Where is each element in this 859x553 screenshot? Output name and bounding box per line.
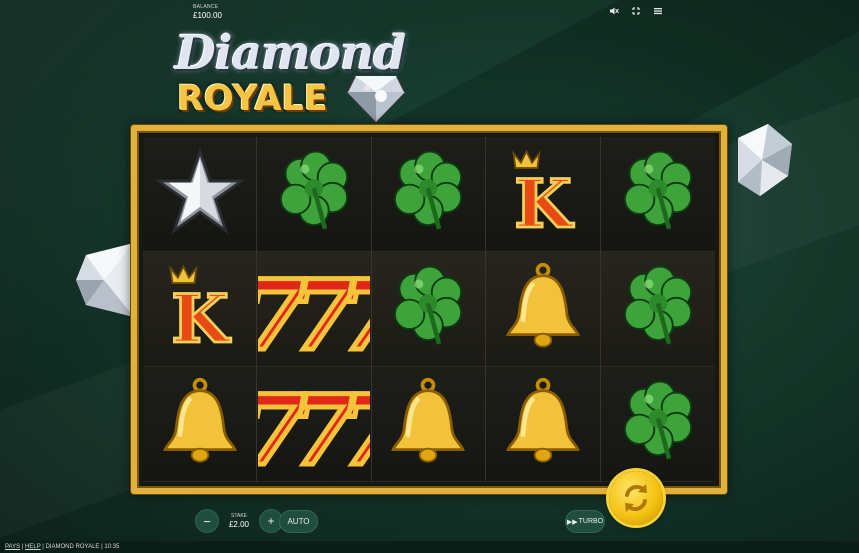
reel-cell-r2-c2: 777 bbox=[238, 252, 425, 374]
turbo-button[interactable]: ▶▶ TURBO bbox=[565, 510, 605, 533]
spin-button[interactable] bbox=[609, 471, 663, 525]
help-link[interactable]: HELP bbox=[25, 544, 41, 550]
fullscreen-icon[interactable] bbox=[631, 6, 641, 16]
reel-cell-r3-c1 bbox=[143, 367, 258, 482]
bell-symbol-icon bbox=[154, 376, 246, 473]
reel-cell-r3-c3 bbox=[371, 367, 487, 482]
reel-cell-r2-c4 bbox=[486, 252, 601, 367]
clover-symbol-icon bbox=[382, 261, 474, 358]
right-diamond-gem-icon bbox=[738, 124, 792, 196]
reel-cell-r3-c5 bbox=[600, 367, 715, 482]
reel-cell-r1-c4: K bbox=[486, 137, 601, 252]
king-symbol-icon: K bbox=[497, 146, 589, 244]
stake-value: £2.00 bbox=[228, 520, 250, 529]
clover-symbol-icon bbox=[382, 146, 474, 243]
menu-icon[interactable] bbox=[653, 6, 663, 16]
clover-symbol-icon bbox=[612, 146, 704, 243]
svg-text:777: 777 bbox=[258, 259, 370, 361]
svg-text:K: K bbox=[171, 279, 231, 352]
star-symbol-icon bbox=[153, 146, 246, 243]
seven-symbol-icon: 777 bbox=[238, 368, 425, 489]
svg-text:K: K bbox=[514, 164, 574, 237]
balance-display: BALANCE £100.00 bbox=[193, 5, 222, 20]
left-diamond-gem-icon bbox=[76, 243, 134, 317]
reel-grid: K K 777 777 bbox=[143, 137, 715, 489]
logo-diamond-gem-icon bbox=[345, 75, 407, 124]
reel-cell-r1-c1 bbox=[143, 137, 258, 252]
bell-symbol-icon bbox=[382, 376, 474, 473]
reel-cell-r1-c5 bbox=[600, 137, 715, 252]
autoplay-button[interactable]: AUTO bbox=[279, 510, 318, 533]
reel-frame: K K 777 777 bbox=[131, 125, 727, 494]
game-title: DIAMOND ROYALE bbox=[45, 544, 100, 550]
logo-diamond-text: Diamond bbox=[175, 26, 406, 81]
reel-cell-r2-c5 bbox=[600, 252, 715, 367]
balance-value: £100.00 bbox=[193, 11, 222, 20]
reel-cell-r3-c4 bbox=[486, 367, 601, 482]
turbo-label: TURBO bbox=[578, 518, 604, 525]
clover-symbol-icon bbox=[612, 376, 704, 473]
seven-symbol-icon: 777 bbox=[238, 253, 425, 374]
clover-symbol-icon bbox=[612, 261, 704, 358]
clock: 10:35 bbox=[104, 544, 120, 550]
top-toolbar bbox=[609, 6, 663, 16]
stake-label: STAKE bbox=[230, 513, 248, 519]
spin-icon bbox=[625, 484, 647, 512]
reel-cell-r3-c2: 777 bbox=[238, 367, 425, 489]
balance-label: BALANCE bbox=[193, 4, 219, 10]
decrease-stake-button[interactable]: − bbox=[195, 509, 219, 533]
reel-cell-r1-c3 bbox=[371, 137, 487, 252]
reel-cell-r2-c1: K bbox=[143, 252, 258, 367]
logo-royale-text: ROYALE bbox=[177, 79, 328, 119]
stake-control: − STAKE £2.00 + bbox=[195, 509, 283, 533]
reel-cell-r2-c3 bbox=[371, 252, 487, 367]
king-symbol-icon: K bbox=[154, 261, 246, 359]
footer-bar: PAYS | HELP | DIAMOND ROYALE | 10:35 bbox=[0, 541, 859, 553]
svg-text:777: 777 bbox=[258, 374, 370, 476]
pays-link[interactable]: PAYS bbox=[5, 544, 20, 550]
bell-symbol-icon bbox=[497, 261, 589, 358]
clover-symbol-icon bbox=[268, 146, 360, 243]
stake-display: STAKE £2.00 bbox=[219, 509, 259, 533]
mute-icon[interactable] bbox=[609, 6, 619, 16]
bell-symbol-icon bbox=[497, 376, 589, 473]
reel-cell-r1-c2 bbox=[257, 137, 372, 252]
fast-forward-icon: ▶▶ bbox=[566, 518, 578, 526]
